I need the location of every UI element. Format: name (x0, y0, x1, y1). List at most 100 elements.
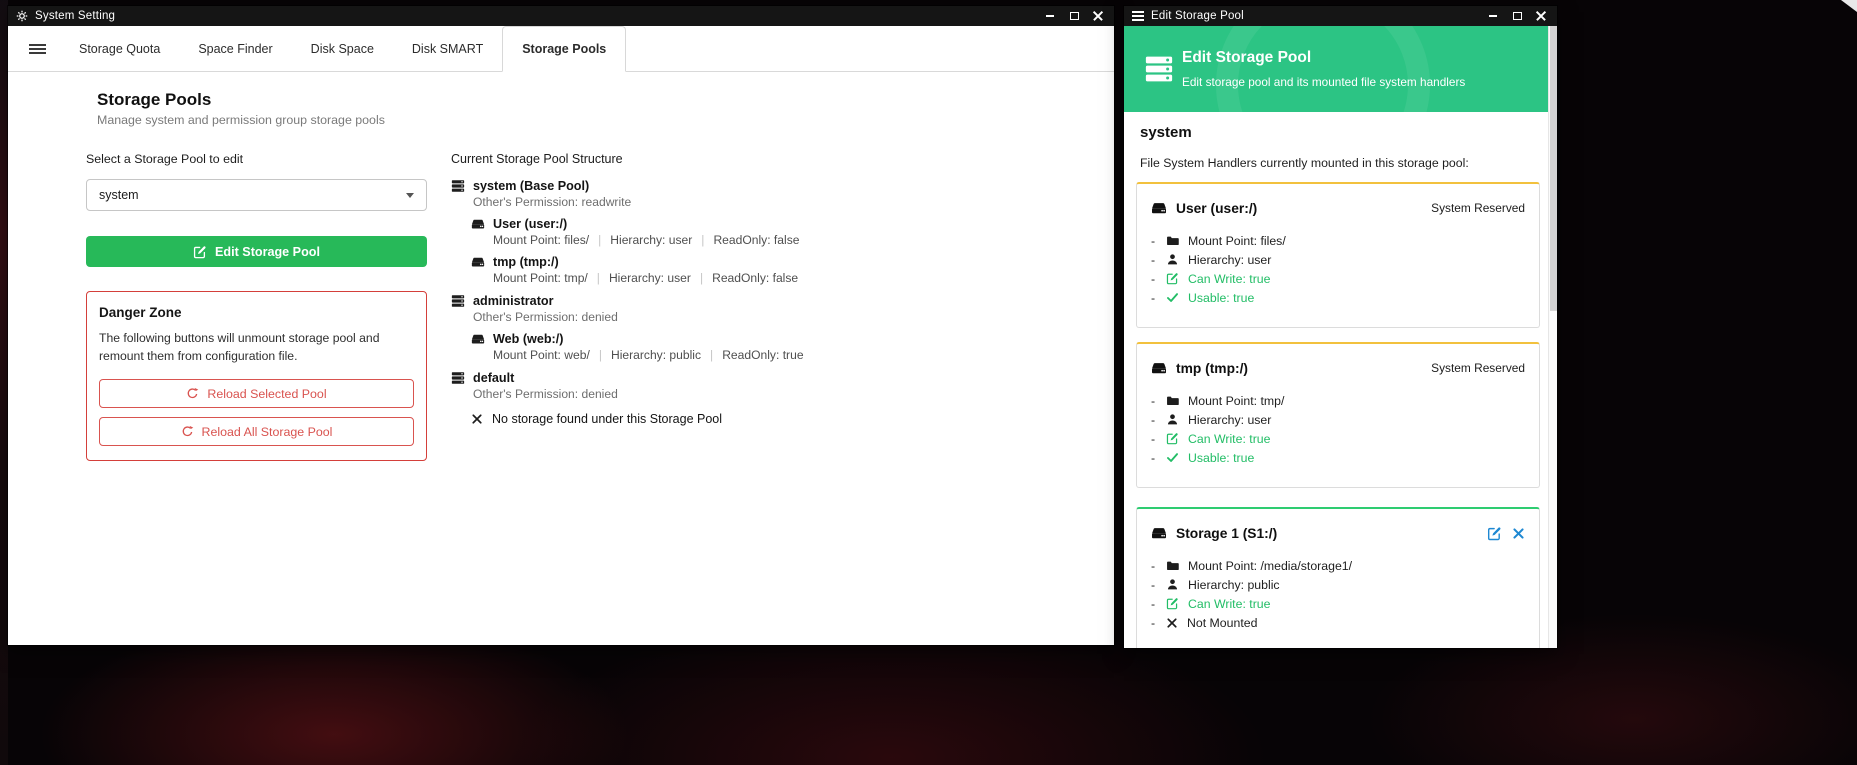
scrollbar-thumb[interactable] (1550, 26, 1557, 311)
handler-detail-row: Usable: true (1151, 448, 1525, 467)
hdd-icon (1151, 525, 1167, 541)
window-controls (1038, 7, 1110, 25)
hdd-icon (471, 217, 485, 231)
detail-text: Mount Point: /media/storage1/ (1188, 559, 1352, 573)
banner-subtitle: Edit storage pool and its mounted file s… (1182, 75, 1465, 89)
fs-handler-card: tmp (tmp:/) System Reserved Mount Point:… (1136, 342, 1540, 488)
storage-node: User (user:/) Mount Point: files/ Hierar… (471, 217, 1090, 247)
x-mark-icon (1166, 617, 1178, 629)
mount-point: Mount Point: web/ (493, 348, 590, 362)
empty-pool-message: No storage found under this Storage Pool (471, 412, 1090, 426)
detail-text: Mount Point: tmp/ (1188, 394, 1284, 408)
empty-pool-text: No storage found under this Storage Pool (492, 412, 722, 426)
handler-detail-row: Can Write: true (1151, 269, 1525, 288)
x-mark-icon (471, 413, 483, 425)
pool-permission: Other's Permission: denied (473, 387, 1090, 401)
close-button[interactable] (1086, 7, 1110, 25)
select-pool-label: Select a Storage Pool to edit (86, 152, 243, 166)
tab-storage-quota[interactable]: Storage Quota (60, 26, 179, 71)
readonly: ReadOnly: true (722, 348, 803, 362)
structure-title: Current Storage Pool Structure (451, 152, 1090, 166)
tab-storage-pools[interactable]: Storage Pools (502, 26, 626, 72)
reload-all-pool-button[interactable]: Reload All Storage Pool (99, 417, 414, 446)
tab-disk-smart[interactable]: Disk SMART (393, 26, 502, 71)
minimize-icon (1046, 15, 1054, 17)
minimize-icon (1489, 15, 1497, 17)
handler-detail-row: Mount Point: files/ (1151, 231, 1525, 250)
hierarchy: Hierarchy: user (610, 233, 692, 247)
folder-icon (1166, 234, 1179, 247)
page-subtitle: Manage system and permission group stora… (97, 113, 385, 127)
storage-pool-select[interactable]: system (86, 179, 427, 211)
storage-name: User (user:/) (493, 217, 567, 231)
scrollbar-track[interactable] (1548, 26, 1557, 648)
main-content: Storage Pools Manage system and permissi… (8, 72, 1114, 645)
edit-storage-pool-button-label: Edit Storage Pool (215, 245, 320, 259)
handler-detail-row: Not Mounted (1151, 613, 1525, 632)
pool-node: system (Base Pool) Other's Permission: r… (451, 179, 1090, 285)
reload-selected-pool-button[interactable]: Reload Selected Pool (99, 379, 414, 408)
storage-node: Web (web:/) Mount Point: web/ Hierarchy:… (471, 332, 1090, 362)
remove-handler-button[interactable] (1512, 527, 1525, 540)
danger-zone-text: The following buttons will unmount stora… (99, 330, 414, 365)
detail-text: Mount Point: files/ (1188, 234, 1286, 248)
detail-text: Hierarchy: public (1188, 578, 1280, 592)
maximize-button[interactable] (1062, 7, 1086, 25)
edit-icon (193, 245, 207, 259)
detail-text: Usable: true (1188, 291, 1254, 305)
minimize-button[interactable] (1481, 7, 1505, 25)
pool-permission: Other's Permission: readwrite (473, 195, 1090, 209)
handler-detail-row: Hierarchy: user (1151, 410, 1525, 429)
folder-icon (1166, 559, 1179, 572)
separator (700, 271, 703, 285)
pool-name: administrator (473, 294, 553, 308)
detail-text: Can Write: true (1188, 272, 1270, 286)
storage-name: tmp (tmp:/) (493, 255, 559, 269)
hierarchy: Hierarchy: public (611, 348, 701, 362)
fs-handler-card: User (user:/) System Reserved Mount Poin… (1136, 182, 1540, 328)
refresh-icon (181, 425, 194, 438)
pool-permission: Other's Permission: denied (473, 310, 1090, 324)
storage-node: tmp (tmp:/) Mount Point: tmp/ Hierarchy:… (471, 255, 1090, 285)
edit-icon (1166, 272, 1179, 285)
mount-point: Mount Point: tmp/ (493, 271, 588, 285)
caret-down-icon (406, 193, 414, 198)
wallpaper-corner-shape (1841, 0, 1857, 12)
main-titlebar: System Setting (8, 6, 1114, 26)
edit-storage-pool-button[interactable]: Edit Storage Pool (86, 236, 427, 267)
tab-space-finder[interactable]: Space Finder (179, 26, 291, 71)
maximize-button[interactable] (1505, 7, 1529, 25)
window-title: System Setting (35, 10, 115, 22)
close-icon (1093, 11, 1103, 21)
handler-detail-row: Hierarchy: public (1151, 575, 1525, 594)
edit-handler-button[interactable] (1487, 526, 1502, 541)
close-button[interactable] (1529, 7, 1553, 25)
handler-name: tmp (tmp:/) (1176, 361, 1248, 376)
menu-button[interactable] (22, 26, 52, 71)
handler-detail-row: Can Write: true (1151, 594, 1525, 613)
user-icon (1166, 578, 1179, 591)
refresh-icon (186, 387, 199, 400)
server-icon (451, 371, 465, 385)
hamburger-icon (1132, 11, 1144, 21)
hdd-icon (1151, 360, 1167, 376)
handler-name: Storage 1 (S1:/) (1176, 526, 1277, 541)
danger-zone-title: Danger Zone (99, 305, 414, 320)
minimize-button[interactable] (1038, 7, 1062, 25)
check-icon (1166, 291, 1179, 304)
fs-handler-card: Storage 1 (S1:/) Mount Point: /media/sto… (1136, 507, 1540, 648)
edit-titlebar: Edit Storage Pool (1124, 6, 1557, 26)
tab-disk-space[interactable]: Disk Space (292, 26, 393, 71)
server-icon (1144, 54, 1174, 84)
handler-detail-row: Hierarchy: user (1151, 250, 1525, 269)
detail-text: Not Mounted (1187, 616, 1257, 630)
system-reserved-badge: System Reserved (1431, 361, 1525, 375)
handler-detail-row: Mount Point: tmp/ (1151, 391, 1525, 410)
pool-node: administrator Other's Permission: denied… (451, 294, 1090, 362)
window-controls (1481, 7, 1553, 25)
detail-text: Hierarchy: user (1188, 253, 1271, 267)
storage-details: Mount Point: files/ Hierarchy: user Read… (493, 233, 1090, 247)
reload-selected-pool-label: Reload Selected Pool (207, 387, 326, 401)
storage-details: Mount Point: web/ Hierarchy: public Read… (493, 348, 1090, 362)
hdd-icon (1151, 200, 1167, 216)
